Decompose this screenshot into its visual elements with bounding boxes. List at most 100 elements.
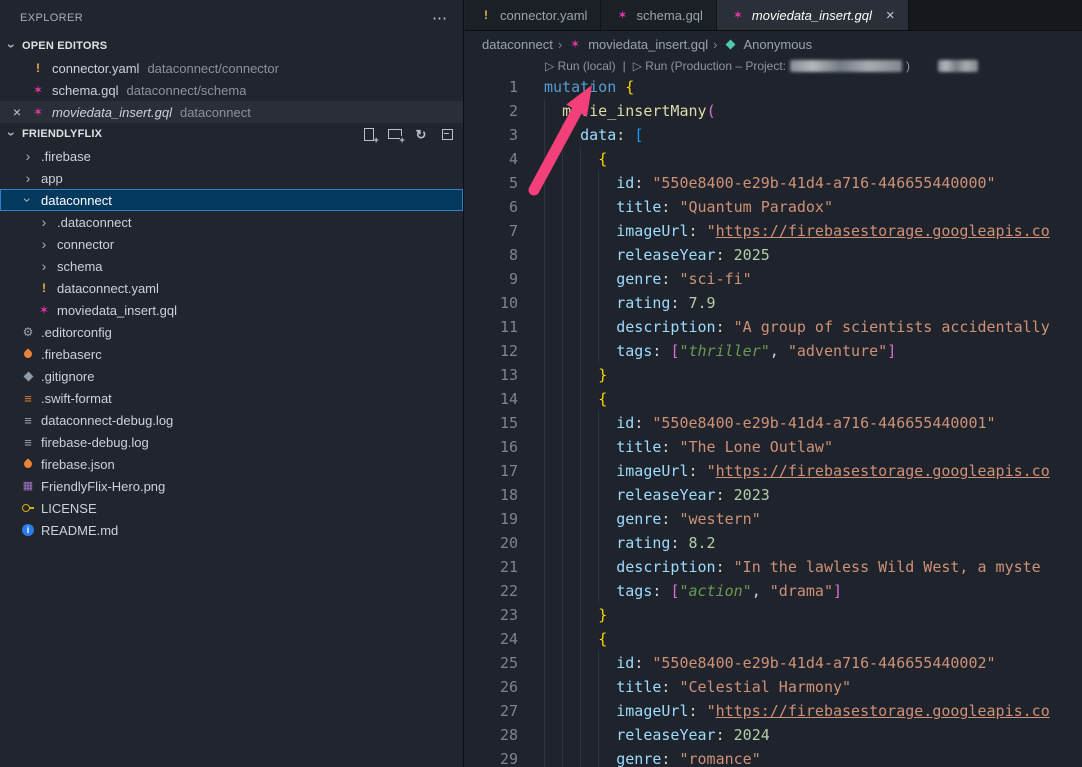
tree-item--firebaserc[interactable]: .firebaserc (0, 343, 463, 365)
collapse-all-icon[interactable] (439, 126, 455, 142)
open-editor-schema-gql[interactable]: schema.gql dataconnect/schema (0, 79, 463, 101)
tree-item-friendlyflix-hero-png[interactable]: FriendlyFlix-Hero.png (0, 475, 463, 497)
tree-item-license[interactable]: LICENSE (0, 497, 463, 519)
code-area: 1mutation {2 movie_insertMany(3 data: [4… (465, 75, 1082, 767)
code-lines: 1mutation {2 movie_insertMany(3 data: [4… (465, 75, 1082, 767)
code-line-1: 1mutation { (465, 75, 1082, 99)
symbol-operation-icon (723, 36, 739, 52)
tab-schema-gql[interactable]: schema.gql (601, 0, 716, 30)
file-tree: .firebaseappdataconnect.dataconnect conne… (0, 145, 463, 541)
run-local-link[interactable]: ▷ Run (local) (545, 59, 616, 73)
line-number: 12 (465, 339, 518, 363)
run-production-link[interactable]: ▷ Run (Production – Project: ) (633, 59, 978, 73)
code-text[interactable]: description: "In the lawless Wild West, … (518, 555, 1041, 579)
code-text[interactable]: id: "550e8400-e29b-41d4-a716-44665544000… (518, 651, 996, 675)
breadcrumb-item-dataconnect[interactable]: dataconnect (482, 37, 553, 52)
line-number: 13 (465, 363, 518, 387)
code-text[interactable]: title: "Celestial Harmony" (518, 675, 851, 699)
indent-guide (598, 171, 599, 363)
new-file-icon[interactable] (361, 126, 377, 142)
code-text[interactable]: data: [ (518, 123, 643, 147)
code-text[interactable]: tags: ["thriller", "adventure"] (518, 339, 896, 363)
code-line-25: 25 id: "550e8400-e29b-41d4-a716-44665544… (465, 651, 1082, 675)
tree-item-app[interactable]: app (0, 167, 463, 189)
tab-moviedata-insert-gql[interactable]: moviedata_insert.gql × (717, 0, 909, 30)
code-line-19: 19 genre: "western" (465, 507, 1082, 531)
tree-item-dataconnect-debug-log[interactable]: dataconnect-debug.log (0, 409, 463, 431)
code-line-17: 17 imageUrl: "https://firebasestorage.go… (465, 459, 1082, 483)
git-icon (20, 368, 36, 384)
firebase-flame-icon (20, 346, 36, 362)
tree-item-dataconnect-yaml[interactable]: dataconnect.yaml (0, 277, 463, 299)
code-text[interactable]: releaseYear: 2025 (518, 243, 770, 267)
code-text[interactable]: tags: ["action", "drama"] (518, 579, 842, 603)
tree-item-connector[interactable]: connector (0, 233, 463, 255)
more-actions-icon[interactable]: ⋯ (432, 9, 447, 27)
warning-icon (36, 280, 52, 296)
line-number: 2 (465, 99, 518, 123)
line-number: 1 (465, 75, 518, 99)
tree-item-label: schema (57, 259, 103, 274)
code-text[interactable]: genre: "sci-fi" (518, 267, 752, 291)
tree-item--gitignore[interactable]: .gitignore (0, 365, 463, 387)
code-text[interactable]: movie_insertMany( (518, 99, 716, 123)
tree-item--editorconfig[interactable]: .editorconfig (0, 321, 463, 343)
tree-item-firebase-debug-log[interactable]: firebase-debug.log (0, 431, 463, 453)
tree-item--swift-format[interactable]: .swift-format (0, 387, 463, 409)
line-number: 25 (465, 651, 518, 675)
code-line-3: 3 data: [ (465, 123, 1082, 147)
line-number: 16 (465, 435, 518, 459)
new-folder-icon[interactable] (387, 126, 403, 142)
code-text[interactable]: title: "Quantum Paradox" (518, 195, 833, 219)
tree-item-firebase-json[interactable]: firebase.json (0, 453, 463, 475)
project-section-header[interactable]: FRIENDLYFLIX (0, 123, 463, 145)
tab-connector-yaml[interactable]: connector.yaml (465, 0, 601, 30)
open-editor-name: schema.gql (52, 83, 118, 98)
breadcrumb-item-symbol[interactable]: Anonymous (744, 37, 813, 52)
chevron-right-icon (36, 258, 52, 274)
line-number: 9 (465, 267, 518, 291)
warning-icon (30, 60, 46, 76)
explorer-title: EXPLORER (20, 12, 83, 24)
chevron-right-icon (36, 236, 52, 252)
graphql-icon (614, 7, 630, 23)
key-icon (20, 500, 36, 516)
tree-item-moviedata-insert-gql[interactable]: moviedata_insert.gql (0, 299, 463, 321)
line-number: 15 (465, 411, 518, 435)
line-number: 27 (465, 699, 518, 723)
code-text[interactable]: releaseYear: 2024 (518, 723, 770, 747)
code-text[interactable]: releaseYear: 2023 (518, 483, 770, 507)
indent-guide (544, 99, 545, 767)
open-editors-header[interactable]: OPEN EDITORS (0, 35, 463, 57)
tree-item--firebase[interactable]: .firebase (0, 145, 463, 167)
close-icon[interactable]: × (9, 101, 25, 123)
run-production-label: ▷ Run (Production – Project: (633, 59, 786, 73)
line-number: 4 (465, 147, 518, 171)
tree-item-dataconnect[interactable]: dataconnect (0, 189, 463, 211)
code-text[interactable]: genre: "western" (518, 507, 761, 531)
tree-item-readme-md[interactable]: README.md (0, 519, 463, 541)
tree-item-label: .firebaserc (41, 347, 102, 362)
open-editor-description: dataconnect/schema (126, 83, 246, 98)
code-text[interactable]: id: "550e8400-e29b-41d4-a716-44665544000… (518, 171, 996, 195)
code-text[interactable]: rating: 8.2 (518, 531, 716, 555)
tree-item--dataconnect[interactable]: .dataconnect (0, 211, 463, 233)
tree-item-label: FriendlyFlix-Hero.png (41, 479, 165, 494)
close-icon[interactable]: × (886, 8, 895, 23)
chevron-down-icon (4, 126, 20, 142)
code-text[interactable]: rating: 7.9 (518, 291, 716, 315)
code-text[interactable]: genre: "romance" (518, 747, 761, 767)
open-editor-moviedata-insert-gql[interactable]: × moviedata_insert.gql dataconnect (0, 101, 463, 123)
tree-item-schema[interactable]: schema (0, 255, 463, 277)
breadcrumb-item-file[interactable]: moviedata_insert.gql (588, 37, 708, 52)
code-text[interactable]: title: "The Lone Outlaw" (518, 435, 833, 459)
open-editor-name: connector.yaml (52, 61, 139, 76)
refresh-icon[interactable] (413, 126, 429, 142)
tree-item-label: connector (57, 237, 114, 252)
code-line-10: 10 rating: 7.9 (465, 291, 1082, 315)
code-line-18: 18 releaseYear: 2023 (465, 483, 1082, 507)
open-editor-connector-yaml[interactable]: connector.yaml dataconnect/connector (0, 57, 463, 79)
code-text[interactable]: mutation { (518, 75, 634, 99)
code-text[interactable]: id: "550e8400-e29b-41d4-a716-44665544000… (518, 411, 996, 435)
code-line-24: 24 { (465, 627, 1082, 651)
